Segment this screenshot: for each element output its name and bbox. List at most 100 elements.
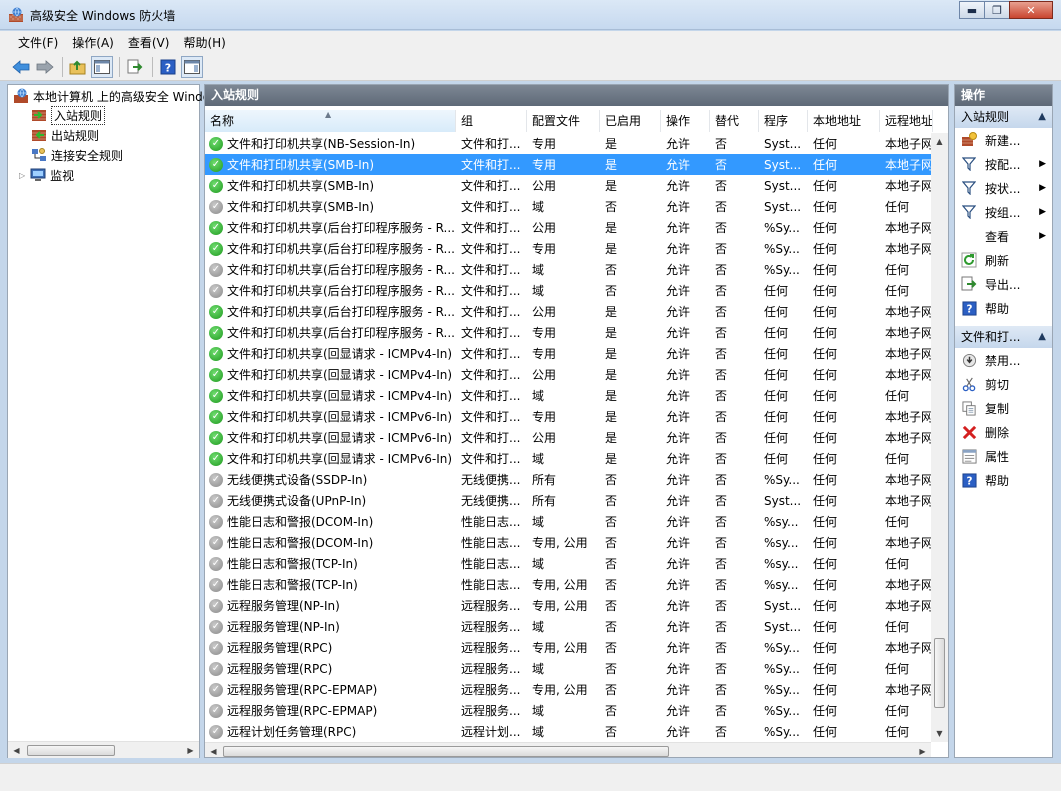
table-row[interactable]: ✓ 文件和打印机共享(后台打印程序服务 - R... 文件和打... 专用 是 允许 否 %S… [205,238,933,259]
menu-action[interactable]: 操作(A) [65,34,121,51]
table-row[interactable]: ✓ 文件和打印机共享(回显请求 - ICMPv4-In) 文件和打... 公用 是 允许 否… [205,364,933,385]
scrollbar-thumb[interactable] [223,746,669,757]
table-row[interactable]: ✓ 远程服务管理(RPC-EPMAP) 远程服务... 域 否 允许 否 %Sy... 任何 任何 [205,700,933,721]
action-help-item[interactable]: ? 帮助 [955,296,1052,320]
expand-icon[interactable]: ▷ [19,171,25,180]
tree-item-label: 出站规则 [51,128,100,143]
scroll-down-icon[interactable]: ▼ [931,725,948,742]
scroll-left-icon[interactable]: ◀ [205,743,222,757]
table-row[interactable]: ✓ 文件和打印机共享(回显请求 - ICMPv6-In) 文件和打... 域 是 允许 否 任… [205,448,933,469]
action-delete-item[interactable]: 删除 [955,420,1052,444]
cell-enabled: 否 [605,284,618,298]
scroll-right-icon[interactable]: ▶ [182,742,199,759]
table-row[interactable]: ✓ 远程服务管理(RPC-EPMAP) 远程服务... 专用, 公用 否 允许 否 %Sy..… [205,679,933,700]
action-new-rule-item[interactable]: 新建... [955,128,1052,152]
table-row[interactable]: ✓ 文件和打印机共享(NB-Session-In) 文件和打... 专用 是 允许 否 Sys… [205,133,933,154]
table-row[interactable]: ✓ 远程服务管理(RPC) 远程服务... 域 否 允许 否 %Sy... 任何 任何 [205,658,933,679]
table-row[interactable]: ✓ 性能日志和警报(DCOM-In) 性能日志... 专用, 公用 否 允许 否 %sy...… [205,532,933,553]
table-row[interactable]: ✓ 文件和打印机共享(后台打印程序服务 - R... 文件和打... 专用 是 允许 否 任何… [205,322,933,343]
action-help-item[interactable]: ? 帮助 [955,468,1052,492]
column-profile[interactable]: 配置文件 [527,110,600,132]
cell-override: 否 [715,431,728,445]
tree-item-label: 入站规则 [51,105,106,125]
help-button[interactable]: ? [157,56,179,78]
collapse-icon[interactable]: ▲ [1038,106,1046,128]
table-row[interactable]: ✓ 文件和打印机共享(后台打印程序服务 - R... 文件和打... 公用 是 允许 否 %S… [205,217,933,238]
action-filter-item[interactable]: 按配... ▶ [955,152,1052,176]
list-horizontal-scrollbar[interactable]: ◀ ▶ [205,742,931,757]
action-view-item[interactable]: 查看 ▶ [955,224,1052,248]
scrollbar-thumb[interactable] [934,638,945,708]
scroll-up-icon[interactable]: ▲ [931,133,948,150]
menu-view[interactable]: 查看(V) [121,34,177,51]
maximize-button[interactable]: ❐ [984,1,1010,19]
action-label: 新建... [985,133,1021,148]
table-row[interactable]: ✓ 文件和打印机共享(回显请求 - ICMPv4-In) 文件和打... 专用 是 允许 否… [205,343,933,364]
table-row[interactable]: ✓ 远程服务管理(RPC) 远程服务... 专用, 公用 否 允许 否 %Sy... 任何 本地子… [205,637,933,658]
scroll-left-icon[interactable]: ◀ [8,742,25,759]
action-refresh-item[interactable]: 刷新 [955,248,1052,272]
column-group[interactable]: 组 [456,110,527,132]
action-cut-item[interactable]: 剪切 [955,372,1052,396]
column-override[interactable]: 替代 [710,110,759,132]
column-name[interactable]: ▲ 名称 [205,110,456,132]
tree-item-outbound-rules[interactable]: 出站规则 [31,126,99,144]
action-properties-item[interactable]: 属性 [955,444,1052,468]
close-button[interactable]: ✕ [1009,1,1053,19]
list-vertical-scrollbar[interactable]: ▲ ▼ [931,133,948,742]
tree-item-inbound-rules[interactable]: 入站规则 [31,105,106,125]
menu-file[interactable]: 文件(F) [11,34,65,51]
action-export-item[interactable]: 导出... [955,272,1052,296]
table-row[interactable]: ✓ 文件和打印机共享(回显请求 - ICMPv4-In) 文件和打... 域 是 允许 否 任… [205,385,933,406]
table-row[interactable]: ✓ 文件和打印机共享(后台打印程序服务 - R... 文件和打... 域 否 允许 否 %Sy… [205,259,933,280]
cell-profile: 域 [532,620,545,634]
column-enabled[interactable]: 已启用 [600,110,661,132]
column-local-address[interactable]: 本地地址 [808,110,880,132]
scrollbar-thumb[interactable] [27,745,115,756]
cell-enabled: 是 [605,347,618,361]
table-row[interactable]: ✓ 文件和打印机共享(回显请求 - ICMPv6-In) 文件和打... 专用 是 允许 否… [205,406,933,427]
cell-group: 文件和打... [461,410,521,424]
action-copy-item[interactable]: 复制 [955,396,1052,420]
tree-item-connection-security-rules[interactable]: 连接安全规则 [31,146,123,164]
table-row[interactable]: ✓ 性能日志和警报(TCP-In) 性能日志... 专用, 公用 否 允许 否 %sy... 任… [205,574,933,595]
column-remote-address[interactable]: 远程地址 [880,110,933,132]
table-row[interactable]: ✓ 文件和打印机共享(后台打印程序服务 - R... 文件和打... 域 否 允许 否 任何 任… [205,280,933,301]
table-row[interactable]: ✓ 性能日志和警报(TCP-In) 性能日志... 域 否 允许 否 %sy... 任何 任何 [205,553,933,574]
table-row[interactable]: ✓ 文件和打印机共享(SMB-In) 文件和打... 域 否 允许 否 Syst... 任何 任何 [205,196,933,217]
minimize-button[interactable]: ▬ [959,1,985,19]
show-hide-tree-button[interactable] [91,55,113,78]
table-row[interactable]: ✓ 文件和打印机共享(后台打印程序服务 - R... 文件和打... 公用 是 允许 否 任何… [205,301,933,322]
table-row[interactable]: ✓ 文件和打印机共享(SMB-In) 文件和打... 公用 是 允许 否 Syst... 任何 本… [205,175,933,196]
collapse-icon[interactable]: ▲ [1038,326,1046,348]
firewall-icon [9,7,23,22]
table-row[interactable]: ✓ 无线便携式设备(SSDP-In) 无线便携... 所有 否 允许 否 %Sy... 任何 本地… [205,469,933,490]
table-row[interactable]: ✓ 文件和打印机共享(回显请求 - ICMPv6-In) 文件和打... 公用 是 允许 否… [205,427,933,448]
table-row[interactable]: ✓ 远程服务管理(NP-In) 远程服务... 专用, 公用 否 允许 否 Syst... 任何… [205,595,933,616]
action-filter-item[interactable]: 按组... ▶ [955,200,1052,224]
column-program[interactable]: 程序 [759,110,808,132]
cell-enabled: 是 [605,452,618,466]
cell-override: 否 [715,305,728,319]
cell-action: 允许 [666,515,691,529]
up-level-button[interactable] [67,56,89,78]
action-filter-item[interactable]: 按状... ▶ [955,176,1052,200]
menu-help[interactable]: 帮助(H) [176,34,232,51]
column-action[interactable]: 操作 [661,110,710,132]
table-row[interactable]: ✓ 文件和打印机共享(SMB-In) 文件和打... 专用 是 允许 否 Syst... 任何 本… [205,154,933,175]
table-row[interactable]: ✓ 性能日志和警报(DCOM-In) 性能日志... 域 否 允许 否 %sy... 任何 任何 [205,511,933,532]
forward-button[interactable] [34,56,56,78]
back-button[interactable] [10,56,32,78]
actions-section-inbound-rules[interactable]: 入站规则 ▲ [955,106,1052,128]
action-disable-item[interactable]: 禁用... [955,348,1052,372]
table-row[interactable]: ✓ 远程服务管理(NP-In) 远程服务... 域 否 允许 否 Syst... 任何 任何 [205,616,933,637]
actions-section-selected-rule[interactable]: 文件和打... ▲ [955,326,1052,348]
tree-item-monitoring[interactable]: ▷ 监视 [19,166,74,184]
table-row[interactable]: ✓ 无线便携式设备(UPnP-In) 无线便携... 所有 否 允许 否 Syst... 任何 本… [205,490,933,511]
cell-group: 文件和打... [461,137,521,151]
table-row[interactable]: ✓ 远程计划任务管理(RPC) 远程计划... 域 否 允许 否 %Sy... 任何 任何 [205,721,933,742]
scroll-right-icon[interactable]: ▶ [914,743,931,757]
show-hide-action-pane-button[interactable] [181,55,203,78]
tree-horizontal-scrollbar[interactable]: ◀ ▶ [8,741,199,758]
export-list-button[interactable] [124,56,146,78]
